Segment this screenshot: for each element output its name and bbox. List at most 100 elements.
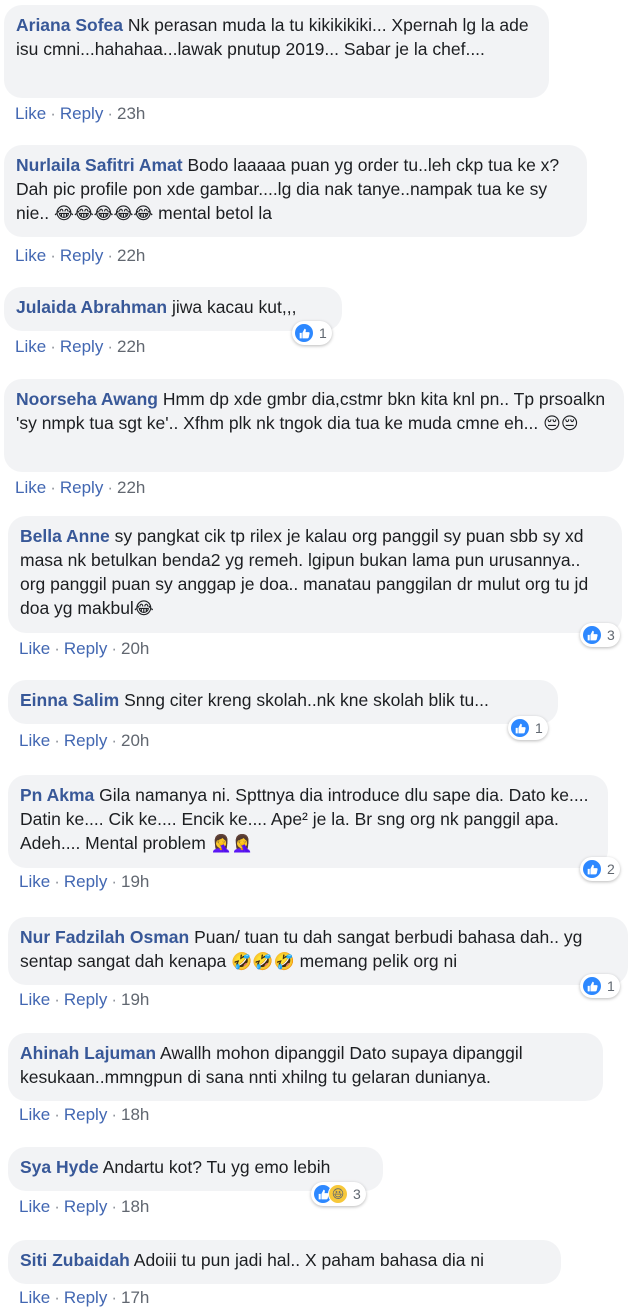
- comment-author[interactable]: Sya Hyde: [20, 1157, 99, 1177]
- comment-author[interactable]: Ariana Sofea: [16, 15, 123, 35]
- like-link[interactable]: Like: [19, 1105, 50, 1124]
- reply-link[interactable]: Reply: [60, 478, 103, 497]
- reaction-count: 2: [607, 861, 615, 877]
- comment-timestamp[interactable]: 17h: [121, 1288, 149, 1307]
- separator: ·: [50, 246, 56, 265]
- reply-link[interactable]: Reply: [60, 246, 103, 265]
- reply-link[interactable]: Reply: [64, 1105, 107, 1124]
- comment-author[interactable]: Siti Zubaidah: [20, 1250, 130, 1270]
- comment-actions: Like · Reply · 20h: [19, 639, 149, 659]
- comment-timestamp[interactable]: 23h: [117, 104, 145, 123]
- comment-author[interactable]: Nur Fadzilah Osman: [20, 927, 189, 947]
- reaction-summary[interactable]: 1: [292, 321, 332, 345]
- comment-bubble: Julaida Abrahman jiwa kacau kut,,,: [4, 287, 342, 331]
- separator: ·: [111, 731, 117, 750]
- reaction-count: 3: [353, 1186, 361, 1202]
- reaction-summary[interactable]: 1: [580, 974, 620, 998]
- like-link[interactable]: Like: [15, 478, 46, 497]
- reaction-summary[interactable]: 1: [508, 716, 548, 740]
- reply-link[interactable]: Reply: [64, 639, 107, 658]
- like-link[interactable]: Like: [15, 337, 46, 356]
- comment-author[interactable]: Noorseha Awang: [16, 389, 158, 409]
- comment-timestamp[interactable]: 20h: [121, 731, 149, 750]
- separator: ·: [107, 337, 113, 356]
- comment-actions: Like · Reply · 18h: [19, 1197, 149, 1217]
- like-link[interactable]: Like: [19, 990, 50, 1009]
- separator: ·: [50, 104, 56, 123]
- reply-link[interactable]: Reply: [60, 104, 103, 123]
- comment-bubble: Noorseha Awang Hmm dp xde gmbr dia,cstmr…: [4, 379, 624, 472]
- reply-link[interactable]: Reply: [60, 337, 103, 356]
- comment-text: jiwa kacau kut,,,: [171, 297, 297, 317]
- separator: ·: [111, 1197, 117, 1216]
- reply-link[interactable]: Reply: [64, 872, 107, 891]
- rofl-emoji: 🤣🤣🤣: [231, 952, 295, 972]
- comment-bubble: Einna Salim Snng citer kreng skolah..nk …: [8, 680, 558, 724]
- like-reaction-icon: [582, 625, 602, 645]
- reaction-summary[interactable]: 2: [580, 857, 620, 881]
- comment-timestamp[interactable]: 18h: [121, 1197, 149, 1216]
- comment-text: Snng citer kreng skolah..nk kne skolah b…: [124, 690, 489, 710]
- comment-actions: Like · Reply · 19h: [19, 872, 149, 892]
- separator: ·: [54, 990, 60, 1009]
- comment-text: Adoiii tu pun jadi hal.. X paham bahasa …: [133, 1250, 485, 1270]
- comment-author[interactable]: Ahinah Lajuman: [20, 1043, 156, 1063]
- comment-author[interactable]: Einna Salim: [20, 690, 119, 710]
- separator: ·: [54, 639, 60, 658]
- comment-actions: Like · Reply · 22h: [15, 337, 145, 357]
- separator: ·: [107, 104, 113, 123]
- separator: ·: [107, 478, 113, 497]
- comment-timestamp[interactable]: 19h: [121, 990, 149, 1009]
- reply-link[interactable]: Reply: [64, 1288, 107, 1307]
- haha-reaction-icon: 😆: [328, 1184, 348, 1204]
- comment-author[interactable]: Nurlaila Safitri Amat: [16, 155, 183, 175]
- comment-timestamp[interactable]: 22h: [117, 478, 145, 497]
- comment-text-after: mental betol la: [158, 203, 272, 223]
- comment-text: Andartu kot? Tu yg emo lebih: [102, 1157, 331, 1177]
- comment-actions: Like · Reply · 20h: [19, 731, 149, 751]
- comment-author[interactable]: Bella Anne: [20, 526, 110, 546]
- like-link[interactable]: Like: [15, 246, 46, 265]
- reply-link[interactable]: Reply: [64, 1197, 107, 1216]
- comment-actions: Like · Reply · 18h: [19, 1105, 149, 1125]
- like-link[interactable]: Like: [19, 872, 50, 891]
- like-reaction-icon: [294, 323, 314, 343]
- separator: ·: [50, 337, 56, 356]
- separator: ·: [111, 872, 117, 891]
- reply-link[interactable]: Reply: [64, 731, 107, 750]
- comment-author[interactable]: Julaida Abrahman: [16, 297, 167, 317]
- reaction-summary[interactable]: 😆 3: [311, 1182, 366, 1206]
- comment-bubble: Ariana Sofea Nk perasan muda la tu kikik…: [4, 5, 549, 98]
- grinning-emoji: 😂: [133, 599, 154, 619]
- separator: ·: [111, 639, 117, 658]
- like-link[interactable]: Like: [19, 1197, 50, 1216]
- like-link[interactable]: Like: [15, 104, 46, 123]
- comment-timestamp[interactable]: 20h: [121, 639, 149, 658]
- comment-author[interactable]: Pn Akma: [20, 785, 94, 805]
- like-link[interactable]: Like: [19, 639, 50, 658]
- like-reaction-icon: [582, 976, 602, 996]
- separator: ·: [54, 1288, 60, 1307]
- comment-bubble: Siti Zubaidah Adoiii tu pun jadi hal.. X…: [8, 1240, 561, 1284]
- reaction-count: 1: [607, 978, 615, 994]
- facepalm-emoji: 🤦‍♀️🤦‍♀️: [210, 834, 254, 854]
- comment-bubble: Bella Anne sy pangkat cik tp rilex je ka…: [8, 516, 622, 633]
- comment-timestamp[interactable]: 19h: [121, 872, 149, 891]
- reaction-count: 1: [319, 325, 327, 341]
- relieved-emoji: 😔😔: [543, 414, 579, 434]
- comment-timestamp[interactable]: 22h: [117, 246, 145, 265]
- comment-timestamp[interactable]: 22h: [117, 337, 145, 356]
- comment-text: Gila namanya ni. Spttnya dia introduce d…: [20, 785, 589, 853]
- reaction-summary[interactable]: 3: [580, 623, 620, 647]
- comment-actions: Like · Reply · 19h: [19, 990, 149, 1010]
- reaction-count: 1: [535, 720, 543, 736]
- reply-link[interactable]: Reply: [64, 990, 107, 1009]
- comment-actions: Like · Reply · 23h: [15, 104, 145, 124]
- like-link[interactable]: Like: [19, 1288, 50, 1307]
- comment-timestamp[interactable]: 18h: [121, 1105, 149, 1124]
- comment-bubble: Nurlaila Safitri Amat Bodo laaaaa puan y…: [4, 145, 587, 237]
- separator: ·: [54, 872, 60, 891]
- comment-bubble: Ahinah Lajuman Awallh mohon dipanggil Da…: [8, 1033, 603, 1101]
- like-link[interactable]: Like: [19, 731, 50, 750]
- separator: ·: [50, 478, 56, 497]
